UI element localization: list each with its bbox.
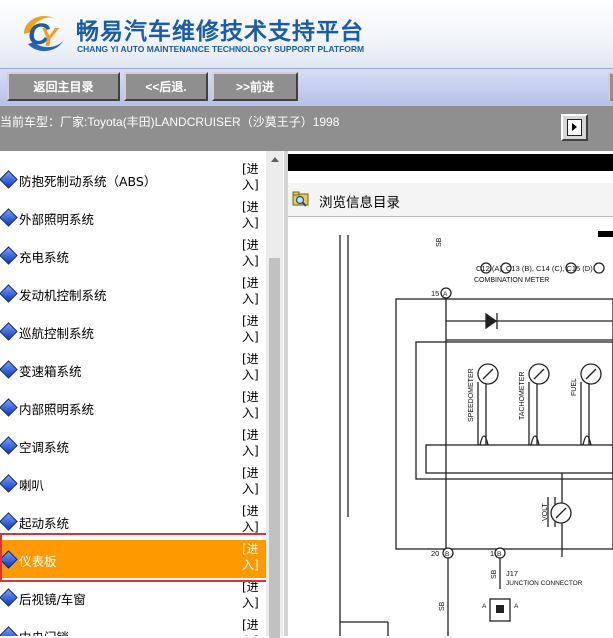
pin-15-label: 15: [431, 289, 439, 298]
document-title: 浏览信息目录: [319, 195, 400, 211]
menu-item-label: 防抱死制动系统（ABS）: [19, 174, 157, 189]
sb-bottom-label: SB: [439, 601, 446, 611]
diamond-bullet-icon: [0, 246, 18, 265]
logo-icon: C Y: [24, 15, 64, 52]
fuel-label: FUEL: [571, 378, 578, 396]
menu-item-label: 喇叭: [19, 478, 45, 493]
menu-item[interactable]: 后视镜/车窗 [进入]: [0, 578, 266, 616]
document-panel: 浏览信息目录 C12 (A), C13 (B), C14 (C), C15 (D…: [288, 151, 613, 636]
menu-item[interactable]: 中央门锁 [进入]: [0, 616, 266, 636]
app-subtitle: CHANG YI AUTO MAINTENANCE TECHNOLOGY SUP…: [77, 44, 365, 54]
speedometer-label: SPEEDOMETER: [468, 368, 475, 422]
pin-a1-label: A: [482, 603, 487, 610]
panel-toggle-button[interactable]: [561, 114, 588, 141]
menu-item-label: 外部照明系统: [19, 212, 95, 227]
menu-enter-link[interactable]: [进入]: [242, 541, 262, 573]
menu-enter-link[interactable]: [进入]: [242, 579, 262, 611]
menu-scrollbar[interactable]: [266, 151, 283, 638]
folder-search-icon: [292, 191, 309, 207]
diamond-bullet-icon: [0, 208, 18, 227]
diamond-bullet-icon: [0, 398, 18, 417]
pin-1-tag: B: [497, 551, 501, 558]
menu-item-label: 空调系统: [19, 440, 70, 455]
menu-item[interactable]: 充电系统 [进入]: [0, 236, 266, 274]
diamond-bullet-icon: [0, 550, 18, 569]
menu-enter-link[interactable]: [进入]: [242, 275, 262, 307]
current-model: 当前车型：厂家:Toyota(丰田)LANDCRUISER（沙莫王子）1998: [0, 115, 340, 129]
diamond-bullet-icon: [0, 322, 18, 341]
forward-button[interactable]: >>前进: [212, 72, 298, 101]
menu-item-label: 巡航控制系统: [19, 326, 95, 341]
menu-item-label: 仪表板: [19, 554, 57, 569]
menu-item-label: 发动机控制系统: [19, 288, 107, 303]
menu-enter-link[interactable]: [进入]: [242, 465, 262, 497]
system-menu: 防抱死制动系统（ABS） [进入] 外部照明系统 [进入] 充电系统 [进入] 发动机控制系…: [0, 151, 284, 636]
wiring-diagram: C12 (A), C13 (B), C14 (C), C15 (D) COMBI…: [339, 231, 613, 636]
connector-label: C12 (A), C13 (B), C14 (C), C15 (D): [476, 264, 593, 273]
model-bar: 当前车型：厂家:Toyota(丰田)LANDCRUISER（沙莫王子）1998: [0, 106, 613, 151]
combination-meter-label: COMBINATION METER: [474, 277, 549, 284]
menu-item[interactable]: 外部照明系统 [进入]: [0, 198, 266, 236]
menu-item[interactable]: 巡航控制系统 [进入]: [0, 312, 266, 350]
scroll-thumb[interactable]: [269, 258, 280, 638]
menu-item[interactable]: 变速箱系统 [进入]: [0, 350, 266, 388]
diamond-bullet-icon: [0, 474, 18, 493]
menu-item[interactable]: 防抱死制动系统（ABS） [进入]: [0, 160, 266, 198]
menu-enter-link[interactable]: [进入]: [242, 161, 262, 193]
menu-item-label: 内部照明系统: [19, 402, 95, 417]
menu-enter-link[interactable]: [进入]: [242, 503, 262, 535]
junction-connector-label: JUNCTION CONNECTOR: [506, 580, 583, 587]
home-button[interactable]: 返回主目录: [7, 72, 120, 101]
diamond-bullet-icon: [0, 436, 18, 455]
diamond-bullet-icon: [0, 626, 18, 636]
j17-label: J17: [506, 569, 518, 578]
menu-item-label: 起动系统: [19, 516, 70, 531]
menu-item-label: 充电系统: [19, 250, 70, 265]
menu-item[interactable]: 喇叭 [进入]: [0, 464, 266, 502]
menu-item[interactable]: 空调系统 [进入]: [0, 426, 266, 464]
app-title: 畅易汽车维修技术支持平台: [76, 19, 364, 45]
menu-item[interactable]: 仪表板 [进入]: [0, 540, 266, 578]
tachometer-label: TACHOMETER: [519, 372, 526, 420]
diamond-bullet-icon: [0, 170, 18, 189]
diamond-bullet-icon: [0, 360, 18, 379]
back-button[interactable]: <<后退.: [124, 72, 208, 101]
menu-item-label: 中央门锁: [19, 627, 69, 636]
overflow-button[interactable]: [608, 72, 613, 101]
menu-enter-link[interactable]: [进入]: [242, 427, 262, 459]
diamond-bullet-icon: [0, 284, 18, 303]
pin-1-label: 1: [490, 549, 494, 558]
pin-20-label: 20: [431, 549, 439, 558]
menu-item[interactable]: 发动机控制系统 [进入]: [0, 274, 266, 312]
nav-toolbar: 返回主目录 <<后退. >>前进: [0, 68, 613, 106]
menu-item[interactable]: 内部照明系统 [进入]: [0, 388, 266, 426]
svg-text:Y: Y: [40, 22, 60, 52]
diamond-bullet-icon: [0, 512, 18, 531]
sb-top-label: SB: [436, 237, 443, 247]
sb-mid-label: SB: [491, 569, 498, 579]
diamond-bullet-icon: [0, 588, 18, 607]
pin-a2-label: A: [514, 603, 519, 610]
menu-enter-link[interactable]: [进入]: [242, 617, 262, 636]
menu-item[interactable]: 起动系统 [进入]: [0, 502, 266, 540]
volt-label: VOLT: [542, 503, 549, 521]
scroll-up-arrow-icon[interactable]: [266, 151, 283, 168]
menu-enter-link[interactable]: [进入]: [242, 389, 262, 421]
menu-item-label: 后视镜/车窗: [19, 592, 86, 607]
pin-20-tag: B: [445, 551, 449, 558]
menu-item-label: 变速箱系统: [19, 364, 82, 379]
document-header: 浏览信息目录: [288, 183, 613, 217]
app-header: C Y 畅易汽车维修技术支持平台 CHANG YI AUTO MAINTENAN…: [0, 0, 613, 68]
pin-15-tag: A: [443, 291, 448, 298]
menu-enter-link[interactable]: [进入]: [242, 313, 262, 345]
menu-enter-link[interactable]: [进入]: [242, 237, 262, 269]
panel-toggle-icon: [567, 119, 582, 136]
menu-enter-link[interactable]: [进入]: [242, 351, 262, 383]
menu-enter-link[interactable]: [进入]: [242, 199, 262, 231]
document-toolbar: [288, 154, 613, 171]
